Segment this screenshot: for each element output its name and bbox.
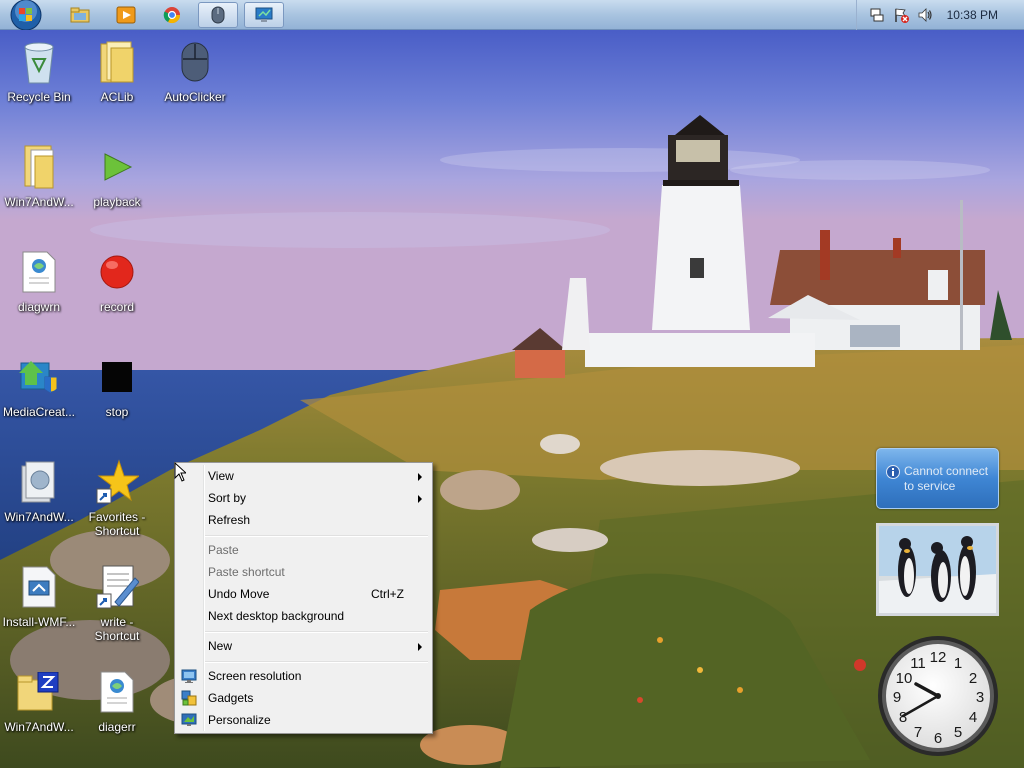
submenu-arrow-icon [418,495,422,503]
notepad-pen-icon [93,563,141,611]
chrome-icon [163,7,181,24]
svg-text:12: 12 [930,649,947,666]
menu-separator [205,535,428,537]
svg-text:10: 10 [896,670,913,687]
desktop-icon-record[interactable]: record [78,248,156,314]
system-tray: 10:38 PM [855,0,1024,30]
shortcut-key-label: Ctrl+Z [371,587,404,601]
action-center-flag-icon[interactable] [893,7,909,23]
clock-gadget[interactable]: 12 1 2 3 4 5 6 7 8 9 10 11 [876,634,1000,758]
submenu-arrow-icon [418,473,422,481]
gadget-status-message: Cannot connect to service [904,464,989,493]
menu-item-view[interactable]: View [177,465,430,487]
submenu-arrow-icon [418,643,422,651]
menu-item-undo-move[interactable]: Undo Move Ctrl+Z [177,583,430,605]
info-icon [886,465,900,479]
folder-icon [70,7,90,23]
svg-text:3: 3 [976,689,984,706]
folder-icon [15,143,63,191]
taskbar-clock[interactable]: 10:38 PM [947,8,998,22]
taskbar-chrome-button[interactable] [152,2,192,28]
taskbar-explorer-button[interactable] [60,2,100,28]
zip-folder-icon [15,668,63,716]
stop-icon [93,353,141,401]
star-icon [93,458,141,506]
penguins-photo [879,526,996,613]
svg-text:1: 1 [954,655,962,672]
menu-item-sort-by[interactable]: Sort by [177,487,430,509]
menu-separator [205,661,428,663]
media-player-icon [116,6,136,24]
menu-item-refresh[interactable]: Refresh [177,509,430,531]
desktop-icon-win7andw-2[interactable]: Win7AndW... [0,458,78,524]
menu-item-screen-resolution[interactable]: Screen resolution [177,665,430,687]
gadgets-icon [181,690,197,706]
feed-headlines-gadget[interactable]: Cannot connect to service [876,448,999,509]
taskbar-autoclicker-button[interactable] [198,2,238,28]
document-stack-icon [15,458,63,506]
desktop-icon-mediacreation[interactable]: MediaCreat... [0,353,78,419]
desktop-icon-autoclicker[interactable]: AutoClicker [156,38,234,104]
folder-icon [93,38,141,86]
desktop-icon-recycle-bin[interactable]: Recycle Bin [0,38,78,104]
installer-icon [15,563,63,611]
svg-text:11: 11 [910,655,926,672]
menu-separator [205,631,428,633]
script-file-icon [93,668,141,716]
windows-logo-icon [10,0,42,30]
start-button[interactable] [6,0,46,30]
svg-text:8: 8 [899,709,907,726]
recycle-bin-icon [15,38,63,86]
play-icon [93,143,141,191]
desktop-icon-favorites-shortcut[interactable]: Favorites - Shortcut [78,458,156,538]
menu-item-next-desktop-background[interactable]: Next desktop background [177,605,430,627]
taskbar-screen-button[interactable] [244,2,284,28]
svg-text:6: 6 [934,730,942,747]
menu-item-personalize[interactable]: Personalize [177,709,430,731]
svg-text:9: 9 [893,689,901,706]
menu-item-new[interactable]: New [177,635,430,657]
desktop-context-menu: View Sort by Refresh Paste Paste shortcu… [174,462,433,734]
desktop-icon-install-wmf[interactable]: Install-WMF... [0,563,78,629]
menu-item-paste[interactable]: Paste [177,539,430,561]
desktop-icon-win7andw-folder-1[interactable]: Win7AndW... [0,143,78,209]
svg-text:5: 5 [954,724,962,741]
desktop-icon-win7andw-zip[interactable]: Win7AndW... [0,668,78,734]
svg-text:2: 2 [969,670,977,687]
desktop-icon-diagwrn[interactable]: diagwrn [0,248,78,314]
network-icon[interactable] [869,7,885,23]
record-icon [93,248,141,296]
desktop-icon-aclib[interactable]: ACLib [78,38,156,104]
svg-text:4: 4 [969,709,977,726]
menu-item-paste-shortcut[interactable]: Paste shortcut [177,561,430,583]
mouse-cursor-icon [174,462,186,482]
mouse-icon [171,38,219,86]
personalize-icon [181,713,197,726]
desktop-icon-stop[interactable]: stop [78,353,156,419]
media-creation-tool-icon [15,353,63,401]
svg-text:7: 7 [914,724,922,741]
script-file-icon [15,248,63,296]
volume-icon[interactable] [917,7,933,23]
slideshow-gadget[interactable] [876,523,999,616]
desktop-icon-write-shortcut[interactable]: write - Shortcut [78,563,156,643]
desktop-icon-diagerr[interactable]: diagerr [78,668,156,734]
desktop-icon-playback[interactable]: playback [78,143,156,209]
screen-resolution-icon [181,669,197,683]
taskbar-media-player-button[interactable] [106,2,146,28]
mouse-icon [211,6,225,24]
display-icon [255,7,273,22]
taskbar: 10:38 PM [0,0,1024,30]
menu-item-gadgets[interactable]: Gadgets [177,687,430,709]
